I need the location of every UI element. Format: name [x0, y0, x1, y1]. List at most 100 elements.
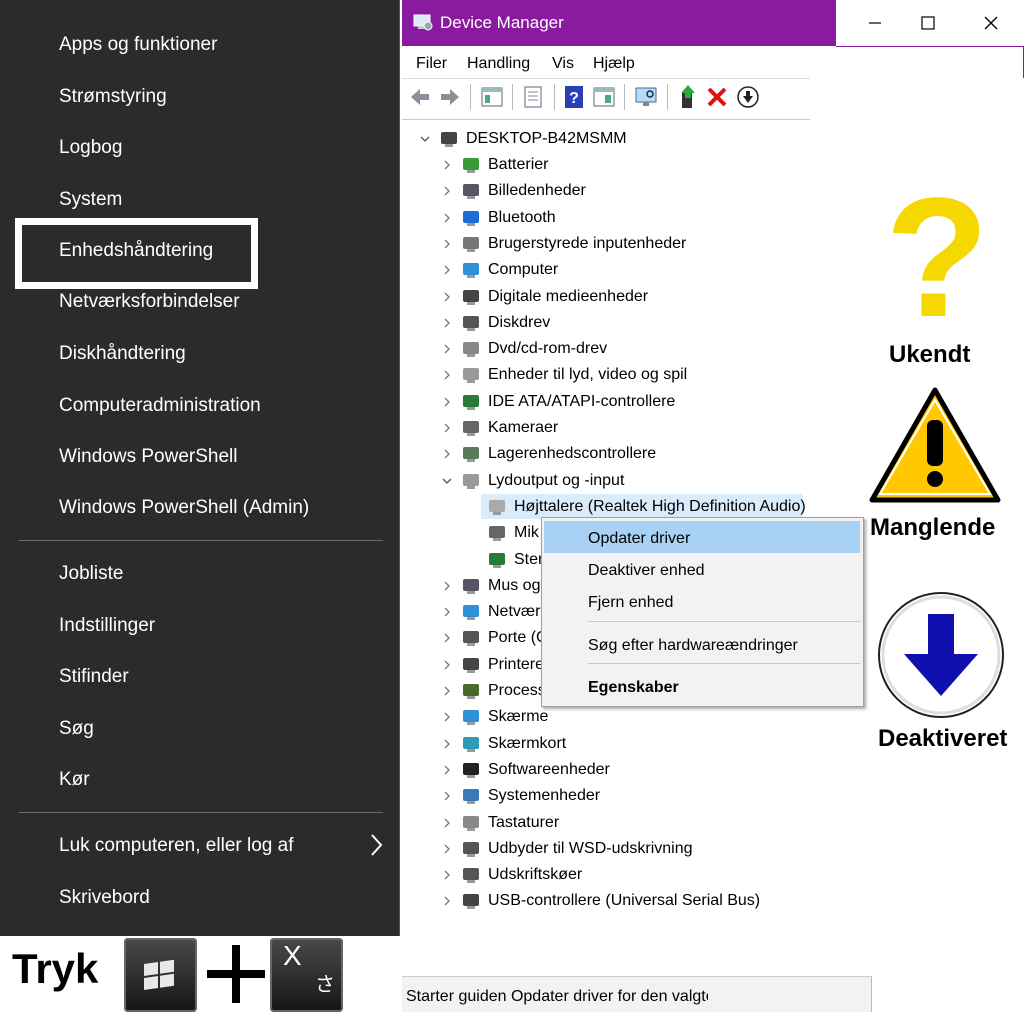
tree-node-18[interactable]: Porte (C — [440, 627, 548, 649]
winx-item-apps[interactable]: Apps og funktioner — [59, 33, 217, 57]
chevron-right-icon[interactable] — [440, 368, 454, 382]
tree-node-12[interactable]: Lydoutput og -input — [440, 470, 624, 492]
tree-node-21[interactable]: Skærme — [440, 706, 548, 728]
tree-node-9[interactable]: IDE ATA/ATAPI-controllere — [440, 391, 675, 413]
tree-node-0[interactable]: Batterier — [440, 154, 548, 176]
chevron-right-icon[interactable] — [440, 158, 454, 172]
tree-node-6[interactable]: Diskdrev — [440, 312, 550, 334]
winx-item-powershell-admin[interactable]: Windows PowerShell (Admin) — [59, 496, 309, 520]
chevron-right-icon[interactable] — [440, 658, 454, 672]
winx-item-desktop[interactable]: Skrivebord — [59, 886, 150, 910]
chevron-right-icon[interactable] — [440, 868, 454, 882]
winx-item-settings[interactable]: Indstillinger — [59, 614, 155, 638]
ctx-properties[interactable]: Egenskaber — [588, 678, 679, 698]
back-arrow-icon[interactable] — [408, 84, 432, 110]
tree-node-8[interactable]: Enheder til lyd, video og spil — [440, 364, 687, 386]
winx-item-network[interactable]: Netværksforbindelser — [59, 290, 240, 314]
winx-item-disk[interactable]: Diskhåndtering — [59, 342, 186, 366]
chevron-right-icon[interactable] — [440, 237, 454, 251]
winx-item-powershell[interactable]: Windows PowerShell — [59, 445, 237, 469]
menu-handling[interactable]: Handling — [467, 54, 530, 74]
forward-arrow-icon[interactable] — [438, 84, 462, 110]
chevron-right-icon[interactable] — [440, 421, 454, 435]
view-resources-icon[interactable] — [592, 84, 616, 110]
tree-node-5[interactable]: Digitale medieenheder — [440, 286, 648, 308]
tree-indent-spacer — [466, 500, 480, 514]
tree-node-13[interactable]: Højttalere (Realtek High Definition Audi… — [466, 496, 806, 518]
tree-root-computer[interactable]: DESKTOP-B42MSMM — [418, 128, 627, 150]
winx-item-power[interactable]: Strømstyring — [59, 85, 167, 109]
chevron-right-icon[interactable] — [440, 684, 454, 698]
chevron-right-icon[interactable] — [440, 342, 454, 356]
uninstall-x-icon[interactable] — [705, 84, 729, 110]
menu-filer[interactable]: Filer — [416, 54, 447, 74]
menu-vis[interactable]: Vis — [552, 54, 574, 74]
tree-node-19[interactable]: Printere — [440, 654, 544, 676]
tree-node-1[interactable]: Billedenheder — [440, 180, 586, 202]
tree-node-20[interactable]: Process — [440, 680, 546, 702]
tree-node-label: Tastaturer — [488, 813, 560, 831]
chevron-down-icon[interactable] — [440, 474, 454, 488]
winx-item-search[interactable]: Søg — [59, 717, 94, 741]
ctx-uninstall-device[interactable]: Fjern enhed — [588, 593, 673, 613]
minimize-icon[interactable] — [861, 10, 889, 36]
tree-node-7[interactable]: Dvd/cd-rom-drev — [440, 338, 607, 360]
help-icon[interactable]: ? — [562, 84, 586, 110]
chevron-right-icon[interactable] — [366, 832, 386, 858]
tree-node-15[interactable]: Ster — [466, 549, 543, 571]
chevron-right-icon[interactable] — [440, 710, 454, 724]
chevron-right-icon[interactable] — [440, 894, 454, 908]
winx-item-shutdown[interactable]: Luk computeren, eller log af — [59, 834, 293, 858]
disable-device-icon[interactable] — [736, 84, 760, 110]
winx-item-system[interactable]: System — [59, 188, 122, 212]
scan-hardware-icon[interactable] — [634, 84, 658, 110]
ctx-disable-device[interactable]: Deaktiver enhed — [588, 561, 705, 581]
tree-node-11[interactable]: Lagerenhedscontrollere — [440, 443, 656, 465]
tree-node-24[interactable]: Systemenheder — [440, 785, 600, 807]
chevron-right-icon[interactable] — [440, 842, 454, 856]
tree-node-10[interactable]: Kameraer — [440, 417, 558, 439]
close-icon[interactable] — [977, 10, 1005, 36]
ctx-scan-hardware[interactable]: Søg efter hardwareændringer — [588, 636, 798, 656]
chevron-right-icon[interactable] — [440, 395, 454, 409]
properties-icon[interactable] — [521, 84, 545, 110]
chevron-right-icon[interactable] — [440, 263, 454, 277]
winx-item-taskmgr[interactable]: Jobliste — [59, 562, 123, 586]
ctx-update-driver[interactable]: Opdater driver — [588, 529, 690, 549]
tree-node-17[interactable]: Netvær — [440, 601, 540, 623]
chevron-right-icon[interactable] — [440, 211, 454, 225]
chevron-right-icon[interactable] — [440, 605, 454, 619]
tree-view-icon[interactable] — [480, 84, 504, 110]
chevron-right-icon[interactable] — [440, 763, 454, 777]
chevron-right-icon[interactable] — [440, 789, 454, 803]
tree-node-14[interactable]: Mik — [466, 522, 539, 544]
tree-node-26[interactable]: Udbyder til WSD-udskrivning — [440, 838, 693, 860]
tree-node-25[interactable]: Tastaturer — [440, 812, 559, 834]
chevron-right-icon[interactable] — [440, 737, 454, 751]
tree-node-2[interactable]: Bluetooth — [440, 207, 556, 229]
tree-node-27[interactable]: Udskriftskøer — [440, 864, 582, 886]
maximize-icon[interactable] — [914, 10, 942, 36]
chevron-right-icon[interactable] — [440, 316, 454, 330]
winx-item-run[interactable]: Kør — [59, 768, 90, 792]
title-divider — [833, 0, 836, 46]
chevron-right-icon[interactable] — [440, 290, 454, 304]
tree-node-22[interactable]: Skærmkort — [440, 733, 566, 755]
chevron-right-icon[interactable] — [440, 579, 454, 593]
chevron-right-icon[interactable] — [440, 631, 454, 645]
winx-item-eventlog[interactable]: Logbog — [59, 136, 122, 160]
chevron-down-icon[interactable] — [418, 132, 432, 146]
tree-node-23[interactable]: Softwareenheder — [440, 759, 610, 781]
chevron-right-icon[interactable] — [440, 184, 454, 198]
update-driver-icon[interactable] — [676, 84, 700, 110]
tree-node-3[interactable]: Brugerstyrede inputenheder — [440, 233, 686, 255]
winx-item-explorer[interactable]: Stifinder — [59, 665, 129, 689]
winx-item-computer-mgmt[interactable]: Computeradministration — [59, 394, 261, 418]
x-key-kana: さ — [315, 974, 335, 996]
tree-node-28[interactable]: USB-controllere (Universal Serial Bus) — [440, 890, 760, 912]
tree-node-16[interactable]: Mus og — [440, 575, 540, 597]
chevron-right-icon[interactable] — [440, 816, 454, 830]
menu-hjaelp[interactable]: Hjælp — [593, 54, 635, 74]
chevron-right-icon[interactable] — [440, 447, 454, 461]
tree-node-4[interactable]: Computer — [440, 259, 558, 281]
